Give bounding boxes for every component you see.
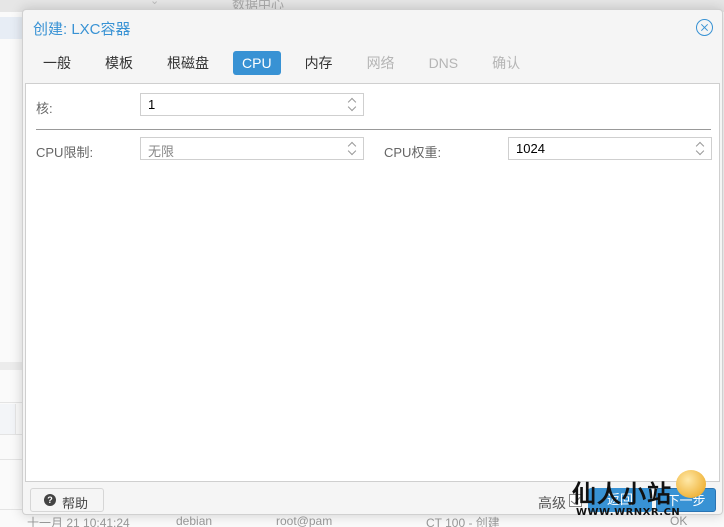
background-grid-cell (0, 404, 16, 434)
spinner-arrows-icon[interactable] (695, 141, 705, 156)
tab-network: 网络 (366, 55, 395, 71)
create-lxc-dialog: 创建: LXC容器 一般 模板 根磁盘 CPU 内存 网络 DNS 确认 核: … (22, 9, 723, 515)
tab-confirm: 确认 (492, 55, 521, 71)
advanced-checkbox[interactable] (569, 494, 582, 507)
cpu-limit-placeholder: 无限 (148, 144, 175, 159)
help-button[interactable]: ? 帮助 (30, 488, 104, 512)
log-time: 十一月 21 10:41:24 (27, 516, 130, 527)
cpu-units-spinner[interactable]: 1024 (508, 137, 712, 160)
cpu-limit-spinner[interactable]: 无限 (140, 137, 364, 160)
log-description: CT 100 - 创建 (426, 516, 500, 527)
dialog-title: 创建: LXC容器 (33, 21, 131, 38)
cpu-settings-panel: 核: 1 CPU限制: 无限 CPU权重: 1024 (25, 83, 720, 482)
next-button[interactable]: 下一步 (656, 488, 716, 512)
spinner-arrows-icon[interactable] (347, 141, 357, 156)
question-circle-icon: ? (44, 494, 56, 506)
tab-template[interactable]: 模板 (95, 51, 143, 75)
tab-cpu[interactable]: CPU (233, 51, 281, 75)
log-user: root@pam (276, 514, 333, 527)
cpu-units-value: 1024 (516, 141, 545, 156)
background-task-log-row[interactable]: 十一月 21 10:41:24 debian root@pam CT 100 -… (0, 514, 724, 527)
log-node: debian (176, 514, 213, 527)
tab-root-disk[interactable]: 根磁盘 (157, 51, 219, 75)
advanced-label: 高级 (538, 495, 566, 511)
chevron-down-icon: ⌄ (150, 0, 160, 7)
close-icon[interactable] (696, 19, 713, 36)
wizard-tabs: 一般 模板 根磁盘 CPU 内存 网络 DNS 确认 (33, 51, 544, 75)
tab-memory[interactable]: 内存 (295, 51, 343, 75)
help-label: 帮助 (62, 496, 89, 511)
cpu-limit-label: CPU限制: (36, 145, 94, 160)
back-button[interactable]: 返回 (588, 488, 652, 512)
cpu-units-label: CPU权重: (384, 145, 442, 160)
tab-dns: DNS (428, 55, 459, 71)
tab-general[interactable]: 一般 (33, 51, 81, 75)
cores-spinner[interactable]: 1 (140, 93, 364, 116)
cores-label: 核: (36, 101, 53, 116)
section-divider (36, 129, 711, 130)
spinner-arrows-icon[interactable] (347, 97, 357, 112)
log-status: OK (670, 514, 688, 527)
cores-value: 1 (148, 97, 156, 112)
